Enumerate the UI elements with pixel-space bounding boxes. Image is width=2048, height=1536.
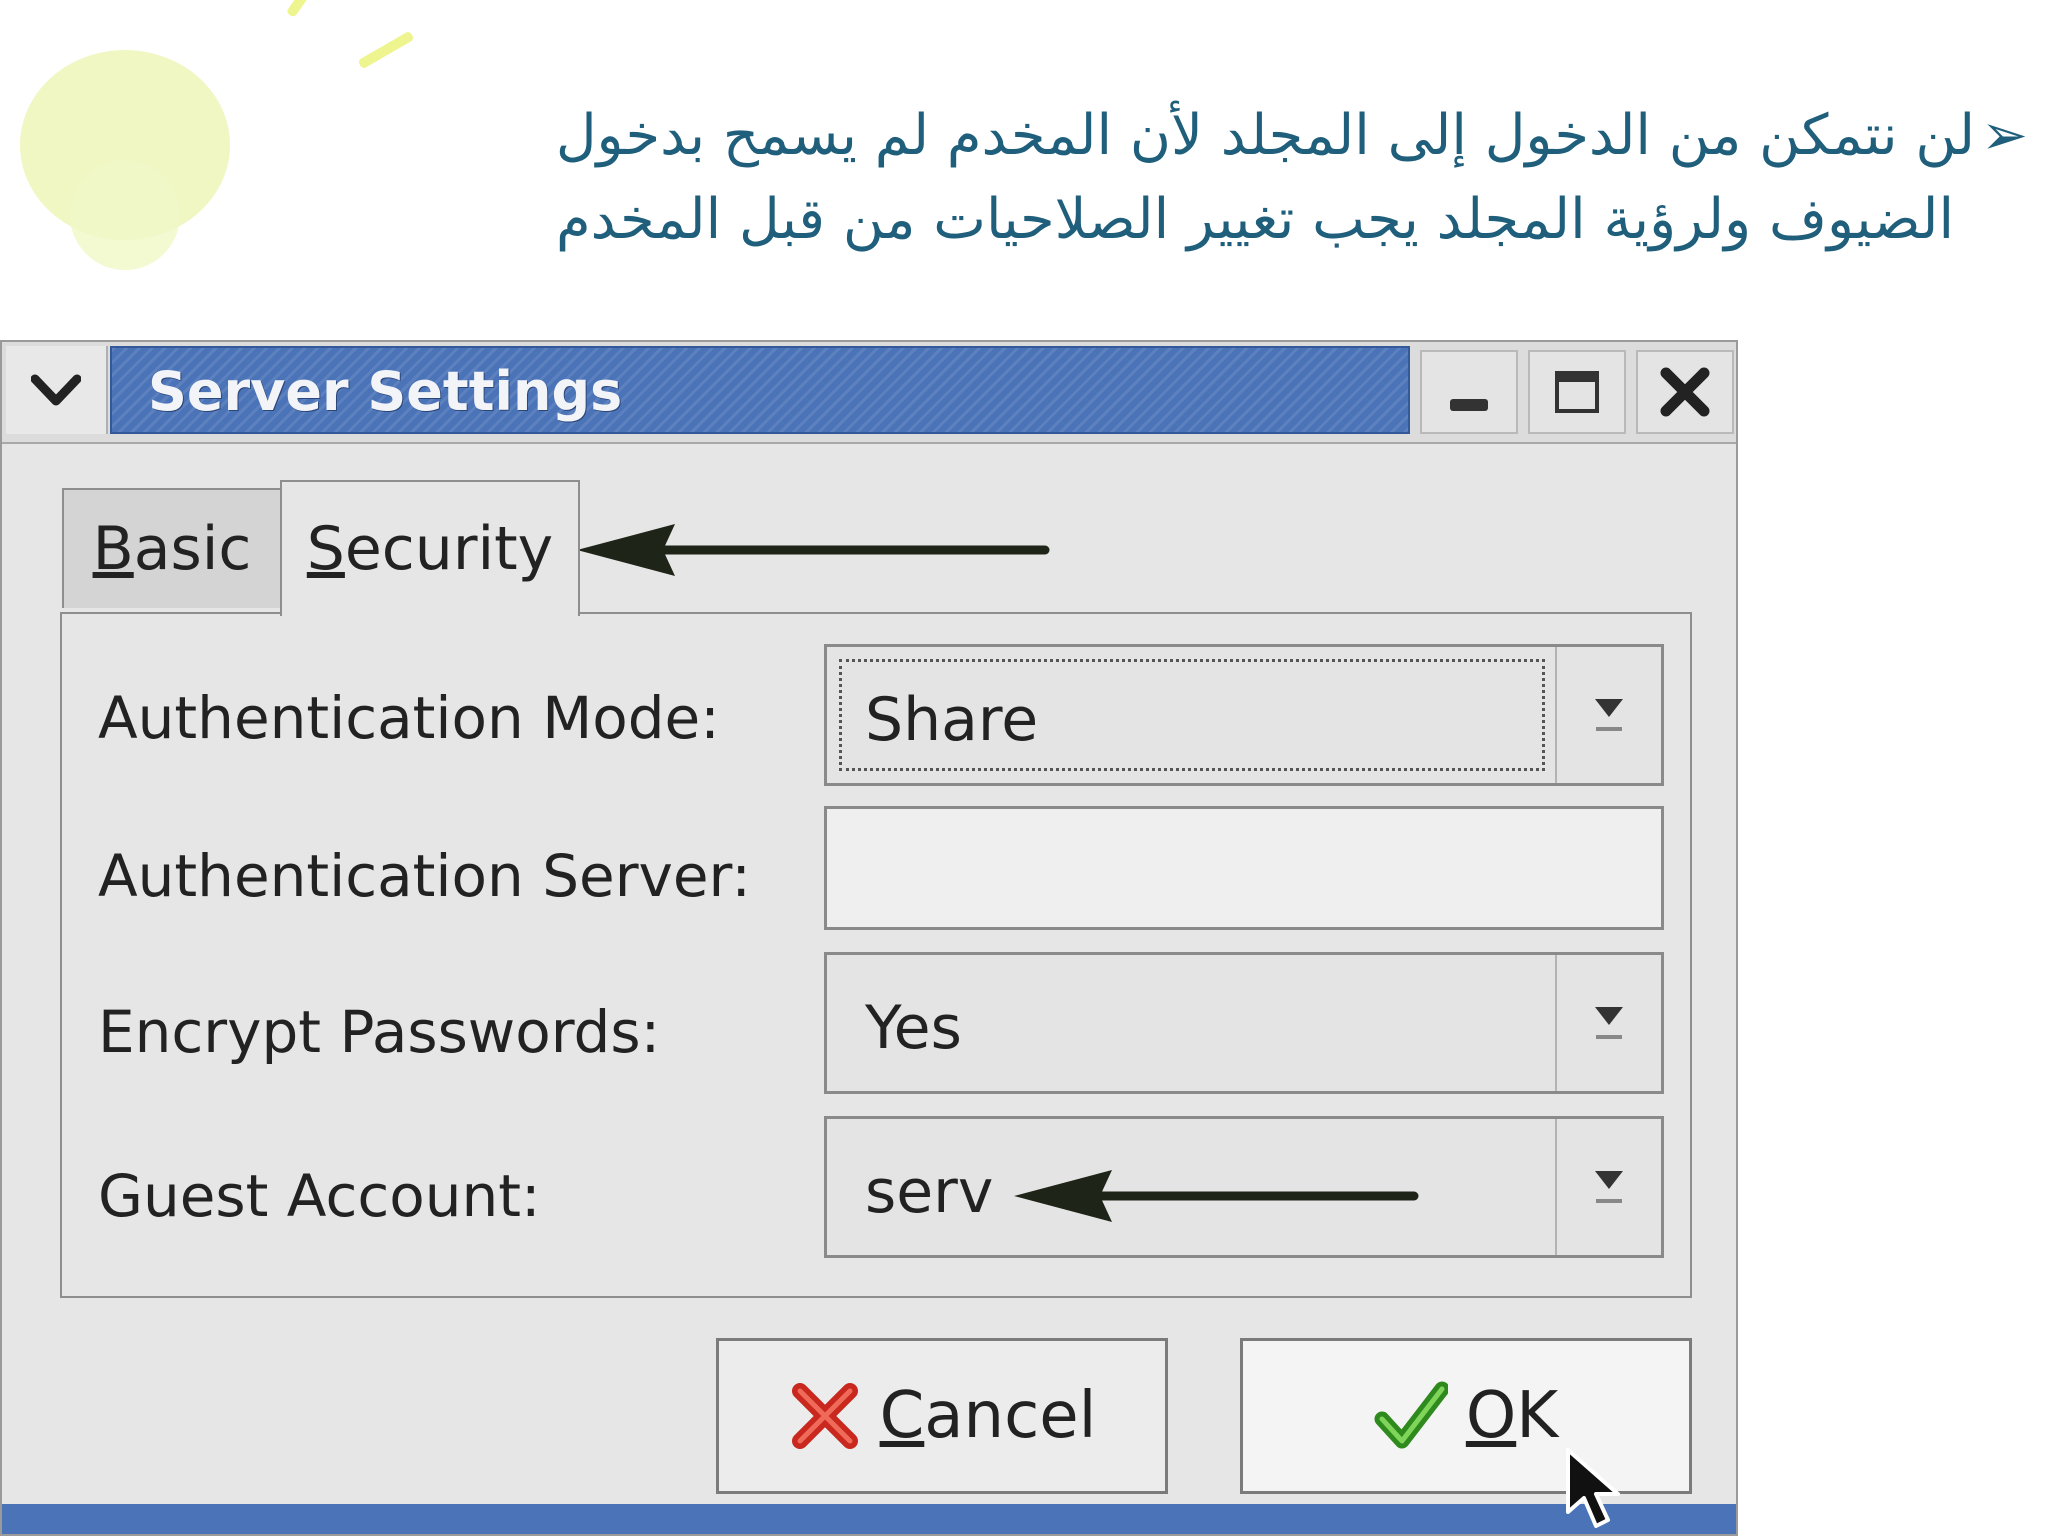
auth-mode-combo[interactable]: Share: [824, 644, 1664, 786]
green-check-icon: [1374, 1381, 1448, 1449]
title-area[interactable]: Server Settings: [110, 346, 1410, 434]
encrypt-passwords-label: Encrypt Passwords:: [98, 998, 661, 1066]
guest-account-label: Guest Account:: [98, 1162, 541, 1230]
taskbar-strip: [2, 1504, 1736, 1534]
decorative-ray: [357, 30, 415, 70]
tab-basic[interactable]: Basic: [62, 488, 282, 608]
close-button[interactable]: [1636, 350, 1734, 434]
caption-line-1: ➢لن نتمكن من الدخول إلى المجلد لأن المخد…: [555, 103, 2028, 168]
auth-server-field[interactable]: [824, 806, 1664, 930]
caption-line-2: الضيوف ولرؤية المجلد يجب تغيير الصلاحيات…: [555, 187, 1954, 252]
tab-security[interactable]: Security: [280, 480, 580, 616]
cancel-button[interactable]: Cancel: [716, 1338, 1168, 1494]
annotation-arrow-icon: [577, 524, 1050, 576]
auth-mode-label: Authentication Mode:: [98, 684, 720, 752]
dropdown-arrow-icon: [1595, 1171, 1623, 1203]
dropdown-arrow-icon: [1595, 699, 1623, 731]
maximize-button[interactable]: [1528, 350, 1626, 434]
dropdown-arrow-icon: [1595, 1007, 1623, 1039]
guest-account-value: serv: [865, 1157, 994, 1227]
slide-caption: ➢لن نتمكن من الدخول إلى المجلد لأن المخد…: [128, 94, 2028, 262]
encrypt-passwords-combo[interactable]: Yes: [824, 952, 1664, 1094]
window-menu-button[interactable]: [6, 346, 108, 434]
close-icon: [1660, 367, 1710, 417]
red-x-icon: [791, 1383, 858, 1449]
encrypt-passwords-value: Yes: [865, 993, 962, 1063]
guest-account-dropdown-button[interactable]: [1555, 1119, 1661, 1255]
tab-security-label: ecurity: [344, 514, 554, 584]
cancel-label: ancel: [924, 1379, 1097, 1453]
maximize-icon: [1555, 371, 1599, 413]
minimize-icon: [1450, 399, 1488, 411]
window-title: Server Settings: [148, 360, 623, 423]
mouse-cursor-icon: [1566, 1448, 1620, 1528]
window-titlebar: Server Settings: [2, 342, 1736, 444]
decorative-ray: [285, 0, 318, 18]
encrypt-passwords-dropdown-button[interactable]: [1555, 955, 1661, 1091]
tab-basic-mnemonic: B: [92, 514, 134, 584]
ok-mnemonic: O: [1465, 1379, 1517, 1453]
auth-mode-value: Share: [865, 685, 1039, 755]
tab-basic-label: asic: [133, 514, 252, 584]
ok-label: K: [1516, 1379, 1559, 1453]
auth-mode-dropdown-button[interactable]: [1555, 647, 1661, 783]
cancel-mnemonic: C: [879, 1379, 925, 1453]
minimize-button[interactable]: [1420, 350, 1518, 434]
auth-server-label: Authentication Server:: [98, 842, 751, 910]
arrow-bullet-icon: ➢: [1981, 103, 2028, 168]
annotation-arrow-icon: [1014, 1170, 1419, 1222]
chevron-down-icon: [31, 374, 81, 406]
tab-security-mnemonic: S: [306, 514, 345, 584]
